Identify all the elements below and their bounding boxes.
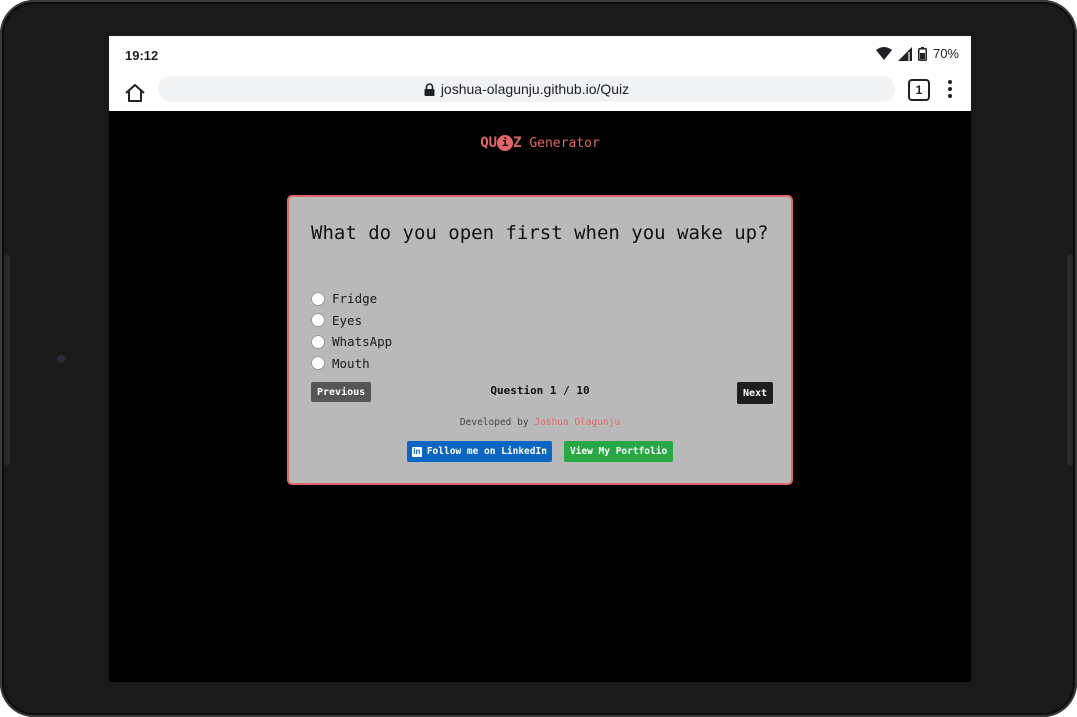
quiz-card: What do you open first when you wake up?… bbox=[287, 195, 793, 485]
radio-button[interactable] bbox=[311, 291, 325, 306]
status-time: 19:12 bbox=[125, 48, 159, 63]
option-eyes[interactable]: Eyes bbox=[311, 310, 392, 332]
question-text: What do you open first when you wake up? bbox=[311, 222, 769, 244]
brand-i-icon: i bbox=[497, 135, 514, 151]
side-button-left bbox=[4, 255, 10, 465]
browser-toolbar: joshua-olagunju.github.io/Quiz 1 bbox=[109, 74, 971, 111]
status-bar: 19:12 70% bbox=[109, 36, 971, 74]
brand-tagline: Generator bbox=[529, 136, 600, 151]
option-label: WhatsApp bbox=[332, 334, 393, 350]
option-fridge[interactable]: Fridge bbox=[311, 288, 392, 310]
credit-label: Developed by bbox=[459, 417, 529, 428]
url-text: joshua-olagunju.github.io/Quiz bbox=[440, 81, 630, 97]
developer-credit: Developed by Joshua Olagunju bbox=[289, 417, 791, 428]
camera-icon bbox=[57, 355, 65, 363]
radio-button[interactable] bbox=[311, 334, 325, 349]
battery-percent: 70% bbox=[932, 46, 959, 61]
answer-options: Fridge Eyes WhatsApp Mouth bbox=[311, 288, 392, 374]
next-button[interactable]: Next bbox=[737, 382, 774, 404]
home-icon[interactable] bbox=[121, 79, 149, 107]
lock-icon bbox=[424, 82, 435, 96]
option-label: Eyes bbox=[332, 312, 363, 328]
signal-icon bbox=[897, 46, 912, 61]
option-mouth[interactable]: Mouth bbox=[311, 353, 392, 375]
question-counter: Question 1 / 10 bbox=[490, 384, 590, 397]
battery-icon bbox=[917, 46, 927, 61]
address-bar[interactable]: joshua-olagunju.github.io/Quiz bbox=[158, 76, 895, 102]
option-label: Mouth bbox=[332, 355, 370, 371]
quiz-page: QU i Z Generator What do you open first wh… bbox=[109, 111, 971, 682]
social-links: in Follow me on LinkedIn View My Portfol… bbox=[289, 441, 791, 462]
more-vert-icon[interactable] bbox=[945, 78, 955, 100]
brand-suffix: Z bbox=[513, 135, 522, 151]
option-label: Fridge bbox=[332, 291, 378, 307]
radio-button[interactable] bbox=[311, 356, 325, 371]
side-button-right bbox=[1067, 255, 1073, 465]
brand-prefix: QU bbox=[480, 135, 498, 151]
linkedin-label: Follow me on LinkedIn bbox=[426, 446, 547, 457]
brand-logo: QU i Z Generator bbox=[109, 135, 971, 151]
author-name[interactable]: Joshua Olagunju bbox=[534, 417, 620, 428]
linkedin-button[interactable]: in Follow me on LinkedIn bbox=[406, 441, 552, 462]
option-whatsapp[interactable]: WhatsApp bbox=[311, 331, 392, 353]
status-icons: 70% bbox=[875, 46, 959, 61]
portfolio-button[interactable]: View My Portfolio bbox=[563, 441, 674, 462]
screen: 19:12 70% joshua-olagunju.github.io/Quiz… bbox=[109, 36, 971, 682]
radio-button[interactable] bbox=[311, 313, 325, 328]
tab-switcher-button[interactable]: 1 bbox=[908, 79, 930, 101]
wifi-icon bbox=[875, 46, 892, 60]
linkedin-icon: in bbox=[411, 446, 422, 457]
